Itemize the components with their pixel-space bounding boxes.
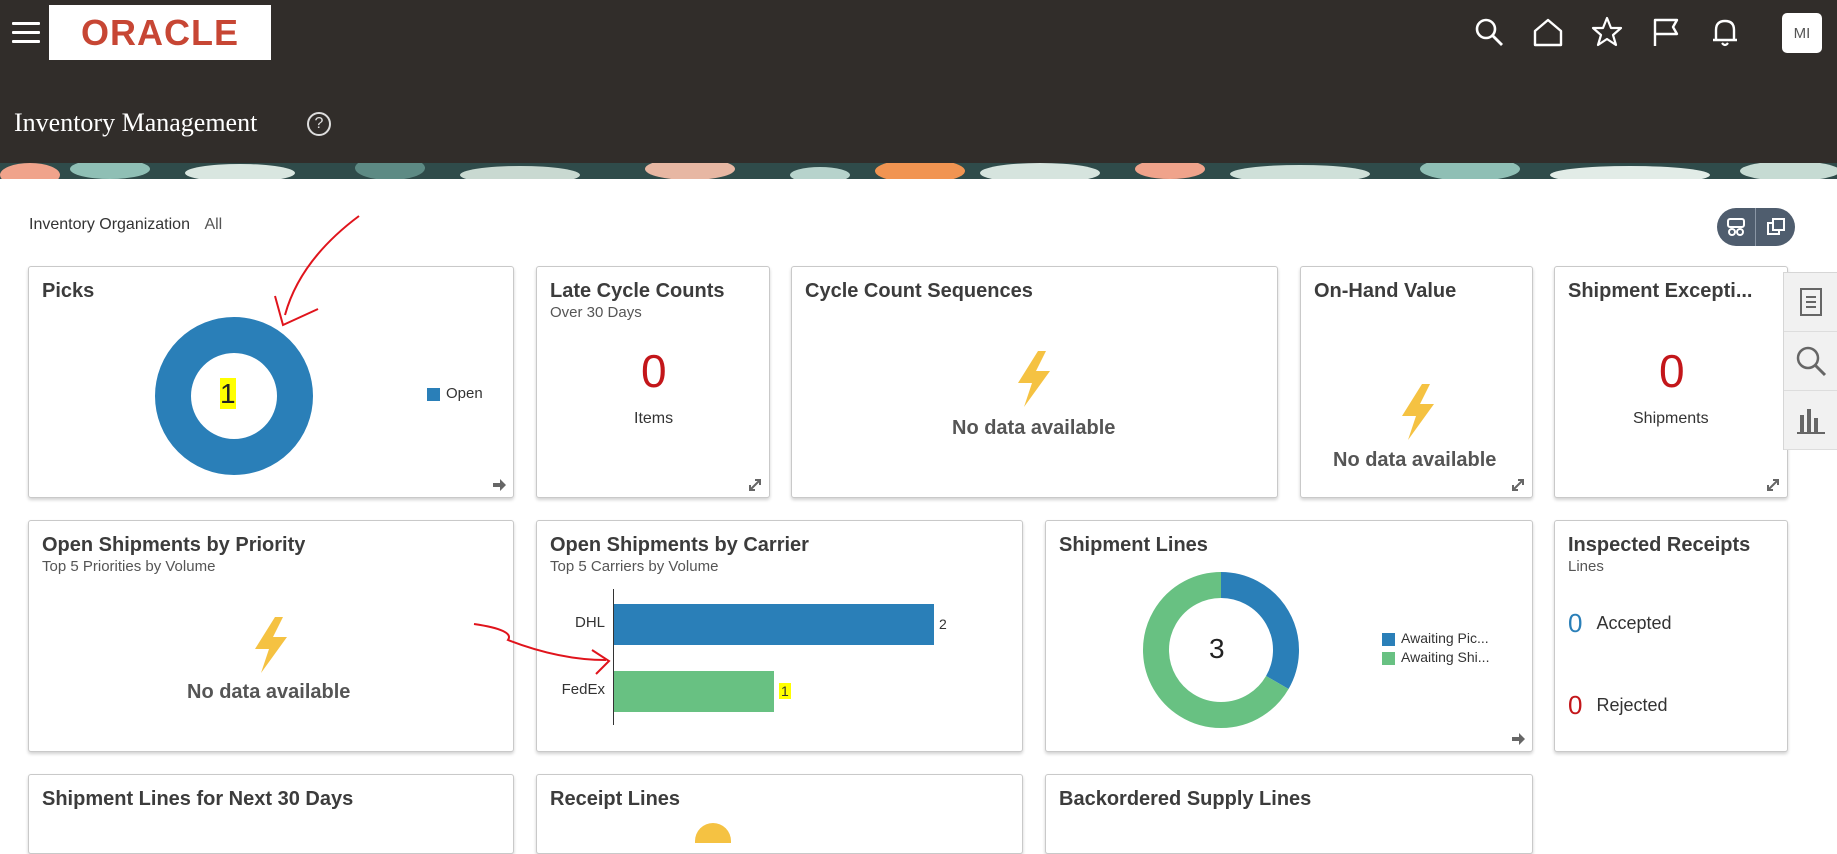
accepted-row[interactable]: 0 Accepted — [1568, 608, 1672, 639]
card-title: Picks — [42, 280, 95, 302]
card-subtitle: Over 30 Days — [550, 304, 642, 321]
no-data-bolt-icon — [1018, 351, 1050, 407]
card-cycle-count-sequences[interactable]: Cycle Count Sequences No data available — [791, 266, 1278, 498]
card-title: Backordered Supply Lines — [1059, 788, 1312, 810]
analytics-icon[interactable] — [1784, 391, 1837, 450]
avatar[interactable]: MI — [1782, 13, 1822, 53]
no-data-message: No data available — [1333, 449, 1497, 471]
shipment-lines-center-value: 3 — [1209, 633, 1225, 664]
card-shipment-exceptions[interactable]: Shipment Excepti... 0 Shipments — [1554, 266, 1788, 498]
global-header: ORACLE MI Inventory Management ? — [0, 0, 1837, 163]
expand-icon[interactable] — [747, 477, 763, 493]
card-title: Shipment Excepti... — [1568, 280, 1753, 302]
card-title: Open Shipments by Priority — [42, 534, 306, 556]
shipment-exceptions-unit: Shipments — [1633, 410, 1709, 427]
no-data-message: No data available — [952, 417, 1116, 439]
rejected-row[interactable]: 0 Rejected — [1568, 690, 1668, 721]
legend-item-awaiting-ship: Awaiting Shi... — [1382, 649, 1489, 665]
carrier-bar-chart: DHL FedEx 2 1 — [537, 521, 1024, 753]
no-data-message: No data available — [187, 681, 351, 703]
legend-item-open: Open — [427, 385, 483, 402]
picks-center-value: 1 — [220, 378, 236, 409]
accepted-count: 0 — [1568, 608, 1583, 638]
card-title: On-Hand Value — [1314, 280, 1457, 302]
bar-dhl[interactable] — [614, 604, 934, 645]
personalize-icon[interactable] — [1717, 208, 1756, 246]
card-shipment-lines[interactable]: Shipment Lines 3 Awaiting Pic... Awaitin… — [1045, 520, 1533, 752]
bar-label-fedex: FedEx — [561, 681, 605, 698]
bar-fedex[interactable] — [614, 671, 774, 712]
filter-label: Inventory Organization — [29, 216, 190, 233]
menu-icon[interactable] — [12, 22, 40, 46]
home-icon[interactable] — [1531, 15, 1565, 49]
no-data-bolt-icon — [255, 617, 287, 673]
filter-value[interactable]: All — [204, 216, 222, 233]
late-cycle-unit: Items — [634, 410, 674, 427]
drill-arrow-icon[interactable] — [491, 477, 507, 493]
no-data-bolt-icon — [1402, 384, 1434, 440]
card-picks[interactable]: Picks 1 Open — [28, 266, 514, 498]
tasks-icon[interactable] — [1784, 273, 1837, 332]
card-late-cycle-counts[interactable]: Late Cycle Counts Over 30 Days 0 Items — [536, 266, 770, 498]
bar-label-dhl: DHL — [574, 614, 605, 631]
card-subtitle: Lines — [1568, 558, 1604, 575]
card-title: Inspected Receipts — [1568, 534, 1751, 556]
inventory-org-filter[interactable]: Inventory Organization All — [29, 216, 222, 234]
donut-slice-awaiting-pick[interactable] — [1220, 572, 1299, 689]
card-inspected-receipts[interactable]: Inspected Receipts Lines 0 Accepted 0 Re… — [1554, 520, 1788, 752]
expand-icon[interactable] — [1510, 477, 1526, 493]
side-panel — [1783, 272, 1837, 450]
search-panel-icon[interactable] — [1784, 332, 1837, 391]
chart-peek — [695, 823, 731, 843]
late-cycle-count-value: 0 — [641, 345, 667, 397]
card-on-hand-value[interactable]: On-Hand Value No data available — [1300, 266, 1533, 498]
decorative-banner — [0, 163, 1837, 179]
star-icon[interactable] — [1590, 15, 1624, 49]
card-title: Shipment Lines for Next 30 Days — [42, 788, 354, 810]
card-title: Receipt Lines — [550, 788, 681, 810]
card-subtitle: Top 5 Priorities by Volume — [42, 558, 216, 575]
toolbar-group — [1717, 208, 1795, 246]
expand-icon[interactable] — [1765, 477, 1781, 493]
card-receipt-lines[interactable]: Receipt Lines — [536, 774, 1023, 854]
copy-icon[interactable] — [1756, 208, 1795, 246]
accepted-label: Accepted — [1596, 613, 1672, 633]
card-backordered-supply-lines[interactable]: Backordered Supply Lines — [1045, 774, 1533, 854]
bar-value-dhl: 2 — [939, 616, 947, 632]
rejected-count: 0 — [1568, 690, 1583, 720]
bar-value-fedex: 1 — [779, 683, 791, 699]
card-title: Late Cycle Counts — [550, 280, 725, 302]
legend-item-awaiting-pick: Awaiting Pic... — [1382, 630, 1489, 646]
help-icon[interactable]: ? — [307, 112, 331, 136]
rejected-label: Rejected — [1596, 695, 1668, 715]
search-icon[interactable] — [1472, 15, 1506, 49]
logo-text: ORACLE — [81, 11, 239, 53]
flag-icon[interactable] — [1649, 15, 1683, 49]
bell-icon[interactable] — [1708, 15, 1742, 49]
card-open-shipments-priority[interactable]: Open Shipments by Priority Top 5 Priorit… — [28, 520, 514, 752]
card-shipment-lines-next-30[interactable]: Shipment Lines for Next 30 Days — [28, 774, 514, 854]
card-open-shipments-carrier[interactable]: Open Shipments by Carrier Top 5 Carriers… — [536, 520, 1023, 752]
page-title: Inventory Management — [14, 108, 258, 137]
shipment-exceptions-value: 0 — [1659, 345, 1685, 397]
drill-arrow-icon[interactable] — [1510, 731, 1526, 747]
card-title: Cycle Count Sequences — [805, 280, 1033, 302]
oracle-logo[interactable]: ORACLE — [49, 5, 271, 60]
card-title: Shipment Lines — [1059, 534, 1208, 556]
